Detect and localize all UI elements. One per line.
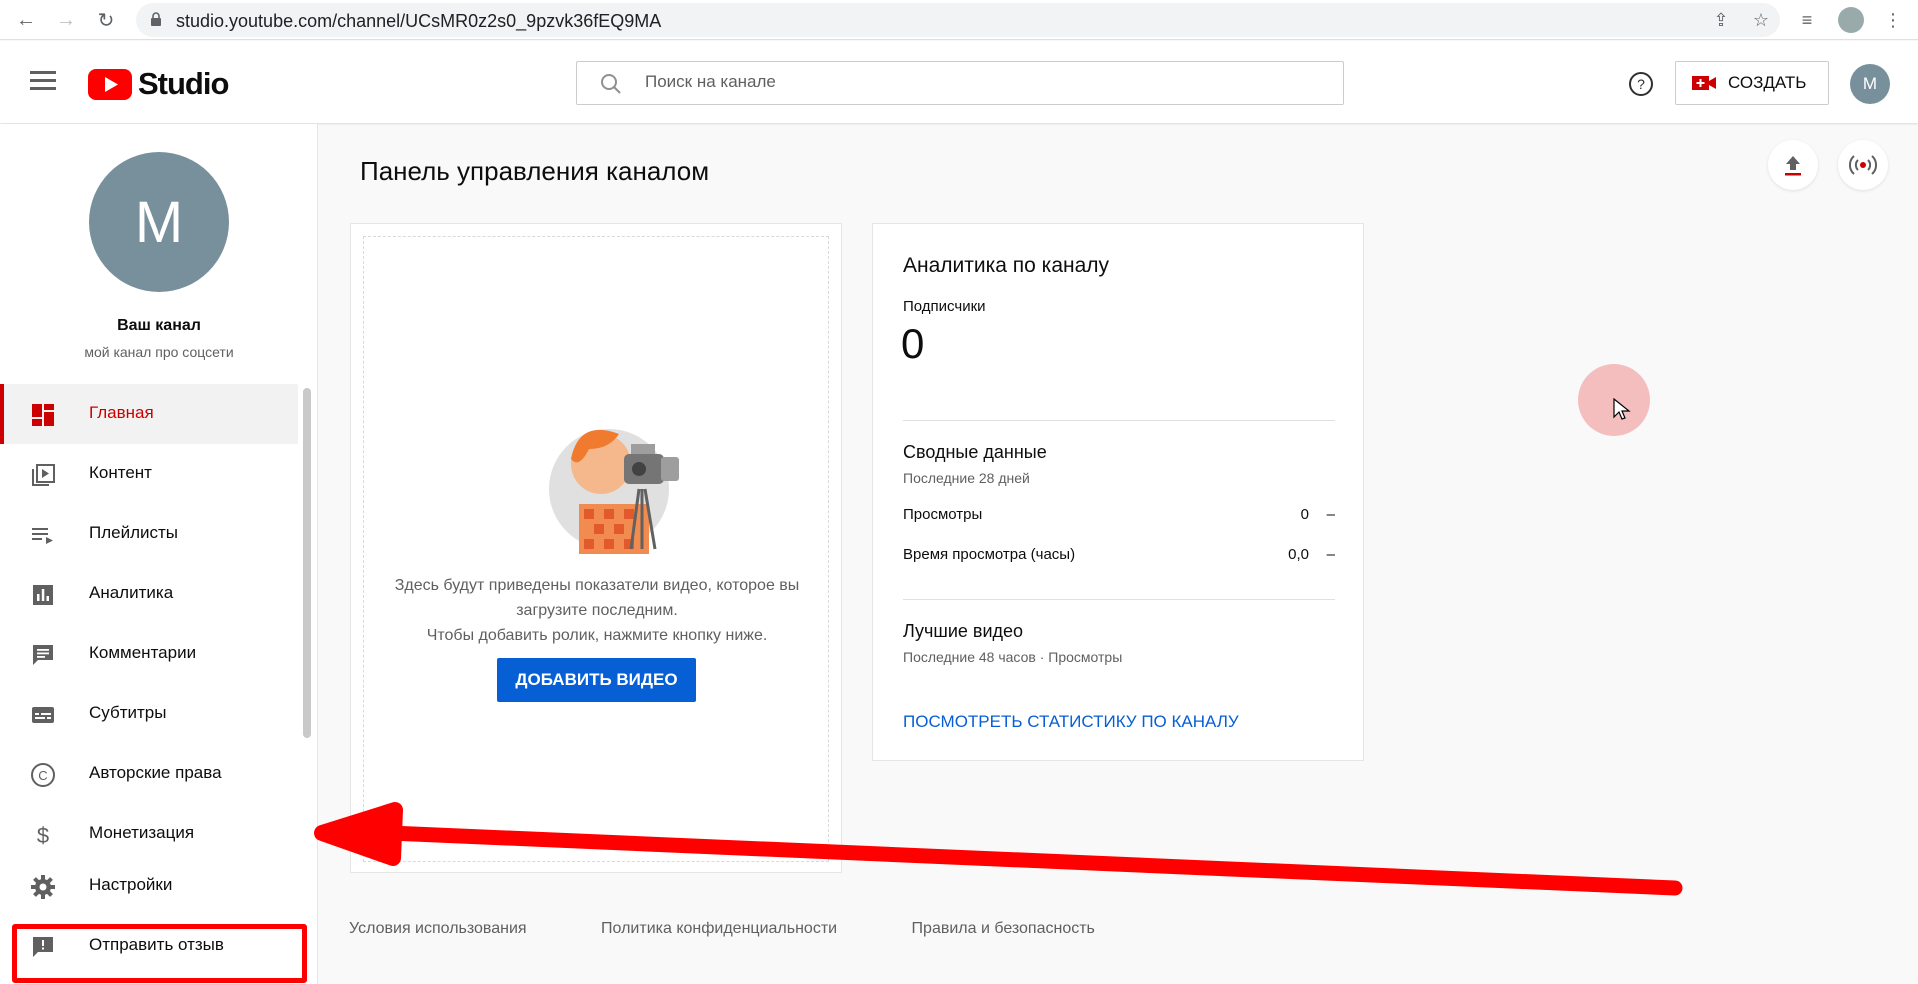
sidebar-item-label: Контент [89,463,152,482]
mouse-cursor-icon [1613,398,1631,420]
empty-state-text: Здесь будут приведены показатели видео, … [364,573,830,648]
studio-header: Studio ? СОЗДАТЬ М [0,41,1918,123]
copyright-icon: C [30,762,56,788]
lock-icon [151,12,161,26]
url-text: studio.youtube.com/channel/UCsMR0z2s0_9p… [176,11,662,31]
sidebar: М Ваш канал мой канал про соцсети Главна… [0,124,318,984]
analytics-title: Аналитика по каналу [903,254,1110,277]
annotation-highlight-box [12,924,307,983]
sidebar-scrollbar[interactable] [303,388,311,738]
back-icon[interactable]: ← [14,8,38,32]
top-videos-period: Последние 48 часов · Просмотры [903,649,1123,665]
channel-avatar[interactable]: М [89,152,229,292]
sidebar-item-dashboard[interactable]: Главная [0,384,298,444]
sidebar-item-label: Аналитика [89,583,174,602]
top-videos-title: Лучшие видео [903,621,1024,641]
hamburger-menu-icon[interactable] [30,71,56,91]
sidebar-item-label: Авторские права [89,763,222,782]
summary-title: Сводные данные [903,442,1047,462]
live-broadcast-icon [1849,155,1877,175]
analytics-icon [30,582,56,608]
dashboard-icon [30,402,56,428]
star-icon[interactable]: ☆ [1750,9,1772,31]
share-icon[interactable]: ⇪ [1710,9,1732,31]
metric-label: Просмотры [903,506,983,523]
sidebar-item-label: Настройки [89,875,173,894]
add-video-button[interactable]: ДОБАВИТЬ ВИДЕО [497,658,696,702]
playlist-icon [30,522,56,548]
subscribers-label: Подписчики [903,298,986,315]
comments-icon [30,642,56,668]
metric-label: Время просмотра (часы) [903,546,1076,563]
subtitles-icon [30,702,56,728]
sidebar-item-analytics[interactable]: Аналитика [0,564,298,624]
sidebar-item-comments[interactable]: Комментарии [0,624,298,684]
search-input[interactable] [645,72,1245,92]
metric-value: 0,0 [1288,546,1309,563]
page-title: Панель управления каналом [360,156,710,186]
sidebar-item-label: Субтитры [89,703,167,722]
metric-value: 0 [1300,506,1309,523]
profile-avatar-icon[interactable] [1838,7,1864,33]
logo-text: Studio [138,66,229,101]
svg-text:C: C [38,768,47,783]
subscribers-count: 0 [901,320,925,367]
create-label: СОЗДАТЬ [1728,73,1807,92]
policy-link[interactable]: Правила и безопасность [912,920,1095,937]
search-icon [601,74,621,94]
channel-analytics-card: Аналитика по каналу Подписчики 0 Сводные… [872,223,1364,761]
metric-delta: – [1326,546,1335,563]
help-icon[interactable]: ? [1628,71,1654,97]
create-button[interactable]: СОЗДАТЬ [1675,61,1829,105]
view-channel-stats-link[interactable]: ПОСМОТРЕТЬ СТАТИСТИКУ ПО КАНАЛУ [903,712,1239,732]
sidebar-item-monetization[interactable]: $ Монетизация [0,804,298,864]
terms-link[interactable]: Условия использования [349,920,527,937]
go-live-button[interactable] [1838,140,1888,190]
more-vert-icon[interactable]: ⋮ [1882,9,1904,31]
empty-state-line2: загрузите последним. [516,602,678,619]
forward-icon[interactable]: → [54,8,78,32]
address-bar[interactable]: studio.youtube.com/channel/UCsMR0z2s0_9p… [136,3,1780,37]
sidebar-item-label: Монетизация [89,823,195,842]
browser-toolbar: ← → ↻ studio.youtube.com/channel/UCsMR0z… [0,0,1918,40]
sidebar-item-subtitles[interactable]: Субтитры [0,684,298,744]
sidebar-item-settings[interactable]: Настройки [0,856,298,916]
reload-icon[interactable]: ↻ [94,8,118,32]
svg-text:$: $ [37,823,49,847]
svg-text:?: ? [1637,76,1645,92]
gear-icon [30,874,56,900]
camera-person-illustration [549,429,679,554]
empty-state-line1: Здесь будут приведены показатели видео, … [394,577,800,594]
sidebar-item-playlists[interactable]: Плейлисты [0,504,298,564]
sidebar-item-copyright[interactable]: C Авторские права [0,744,298,804]
upload-button[interactable] [1768,140,1818,190]
latest-video-card: Здесь будут приведены показатели видео, … [350,223,842,873]
youtube-logo-icon [88,68,132,100]
studio-logo[interactable]: Studio [88,66,229,102]
footer: Условия использования Политика конфиденц… [349,920,1165,938]
video-library-icon [30,462,56,488]
empty-state-line3: Чтобы добавить ролик, нажмите кнопку ниж… [426,627,768,644]
metric-row-views: Просмотры 0 – [903,506,1335,523]
summary-period: Последние 28 дней [903,470,1030,486]
create-video-icon [1692,76,1716,90]
sidebar-item-label: Комментарии [89,643,197,662]
search-box[interactable] [576,61,1344,105]
upload-icon [1785,156,1801,176]
sidebar-item-content[interactable]: Контент [0,444,298,504]
sidebar-item-label: Главная [89,403,154,422]
channel-description: мой канал про соцсети [84,344,234,360]
media-icon[interactable]: ≡ [1796,9,1818,31]
metric-row-watch-time: Время просмотра (часы) 0,0 – [903,546,1335,563]
channel-name: Ваш канал [117,317,201,334]
divider [903,420,1335,421]
sidebar-item-label: Плейлисты [89,523,179,542]
divider [903,599,1335,600]
dollar-icon: $ [30,822,56,848]
account-avatar[interactable]: М [1850,64,1890,104]
privacy-link[interactable]: Политика конфиденциальности [601,920,837,937]
latest-video-dropzone: Здесь будут приведены показатели видео, … [363,236,829,862]
metric-delta: – [1326,506,1335,523]
